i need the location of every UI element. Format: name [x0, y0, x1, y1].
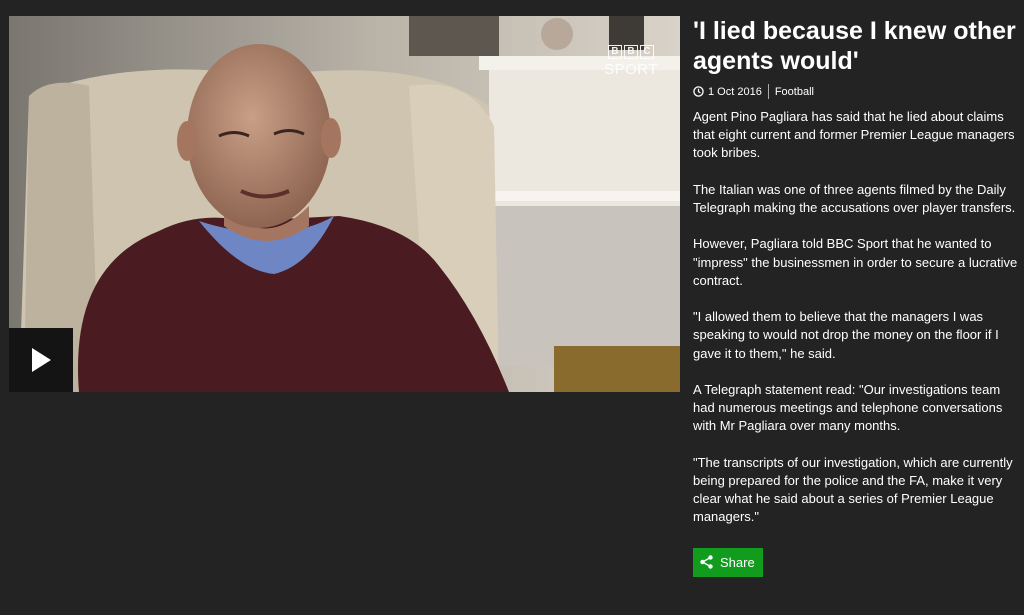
play-button[interactable]: [9, 328, 73, 392]
article-paragraph: However, Pagliara told BBC Sport that he…: [693, 236, 1018, 288]
share-button[interactable]: Share: [693, 547, 763, 577]
article-meta: 1 Oct 2016 Football: [693, 84, 1018, 99]
bbc-logo-letter: B: [608, 45, 623, 59]
article-paragraph: Agent Pino Pagliara has said that he lie…: [693, 109, 1015, 161]
bbc-logo-letter: B: [624, 45, 639, 59]
category-link[interactable]: Football: [775, 86, 814, 98]
clock-icon: [693, 86, 704, 97]
article-paragraph: A Telegraph statement read: "Our investi…: [693, 381, 1003, 434]
play-icon: [32, 348, 51, 372]
bbc-sport-logo: B B C SPORT: [604, 45, 658, 78]
article: 'I lied because I knew other agents woul…: [693, 16, 1018, 577]
headline: 'I lied because I knew other agents woul…: [693, 17, 1016, 75]
video-player[interactable]: B B C SPORT: [9, 16, 680, 392]
share-label: Share: [720, 554, 755, 570]
bbc-logo-letter: C: [640, 45, 655, 59]
article-paragraph: "I allowed them to believe that the mana…: [693, 309, 999, 361]
video-thumbnail: [9, 16, 680, 392]
article-paragraph: "The transcripts of our investigation, w…: [693, 454, 1013, 525]
meta-divider: [767, 84, 769, 99]
article-paragraph: The Italian was one of three agents film…: [693, 181, 1016, 215]
bbc-logo-subtitle: SPORT: [604, 61, 658, 78]
publish-date: 1 Oct 2016: [708, 85, 762, 98]
share-icon: [700, 555, 713, 569]
